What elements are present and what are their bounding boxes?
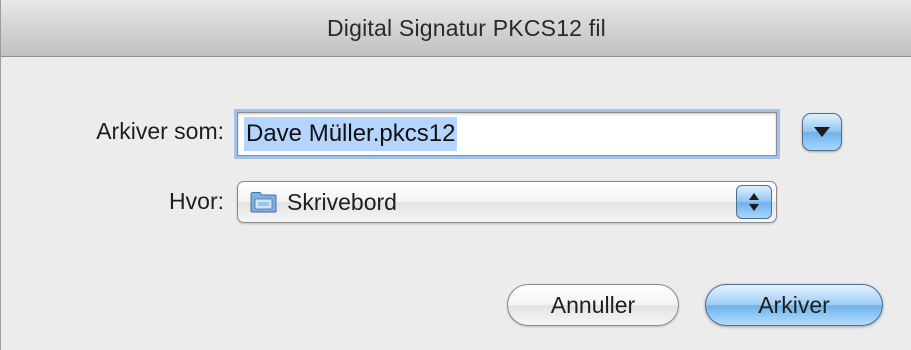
window-title: Digital Signatur PKCS12 fil bbox=[327, 14, 606, 41]
cancel-button[interactable]: Annuller bbox=[507, 284, 679, 326]
titlebar: Digital Signatur PKCS12 fil bbox=[1, 0, 911, 57]
folder-icon bbox=[250, 191, 277, 213]
save-dialog: Digital Signatur PKCS12 fil Arkiver som:… bbox=[0, 0, 911, 350]
filename-input[interactable]: Dave Müller.pkcs12 bbox=[237, 112, 777, 156]
popup-arrows-icon[interactable] bbox=[736, 185, 772, 219]
where-label: Hvor: bbox=[169, 188, 224, 214]
expand-dialog-button[interactable] bbox=[802, 113, 842, 151]
chevron-down-icon bbox=[814, 127, 830, 137]
chevron-down-icon bbox=[749, 204, 759, 211]
location-popup[interactable]: Skrivebord bbox=[237, 181, 777, 223]
chevron-up-icon bbox=[749, 193, 759, 200]
save-as-label: Arkiver som: bbox=[96, 118, 224, 144]
location-value: Skrivebord bbox=[287, 188, 397, 215]
filename-value[interactable]: Dave Müller.pkcs12 bbox=[244, 117, 458, 151]
save-button[interactable]: Arkiver bbox=[705, 284, 883, 326]
